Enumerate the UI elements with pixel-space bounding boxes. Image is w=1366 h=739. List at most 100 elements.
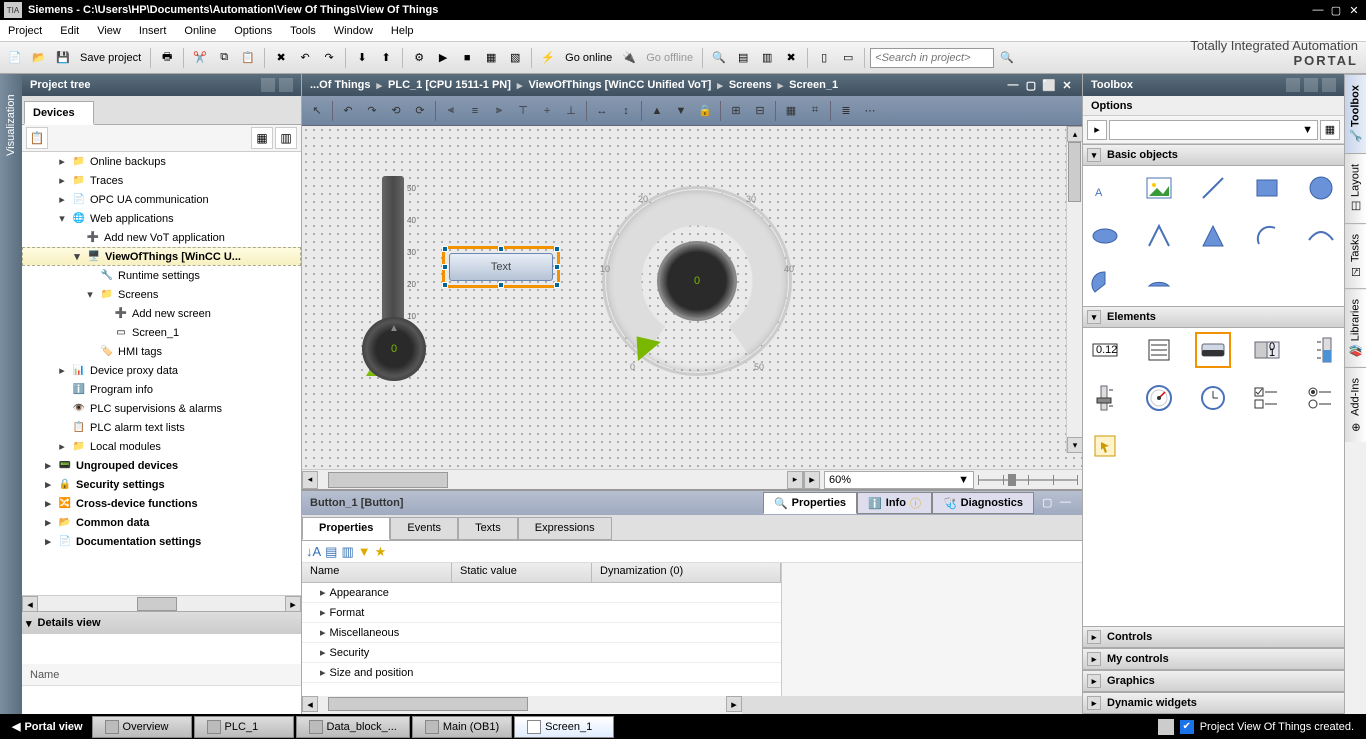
et-align-r-icon[interactable]: ⫸ (488, 100, 510, 122)
tree-node[interactable]: ▾📁Screens (22, 285, 301, 304)
menu-window[interactable]: Window (334, 25, 373, 37)
list-element-icon[interactable] (1145, 336, 1173, 364)
et-group-icon[interactable]: ⊞ (725, 100, 747, 122)
filter-icon[interactable]: ▼ (358, 544, 371, 559)
tree-filter-icon[interactable]: 📋 (26, 127, 48, 149)
cut-icon[interactable]: ✂️ (189, 47, 211, 69)
canvas-h-scrollbar[interactable]: ◂▸ (302, 471, 803, 489)
iofield-element-icon[interactable]: 0.12 (1091, 336, 1119, 364)
expand-icon[interactable]: ▾ (56, 212, 68, 225)
tree-node[interactable]: ℹ️Program info (22, 380, 301, 399)
screen-canvas[interactable]: 50 40 30 20 10 ▲0 Text (302, 126, 1082, 469)
libraries-tab[interactable]: 📚Libraries (1345, 288, 1366, 367)
et-align-l-icon[interactable]: ⫷ (440, 100, 462, 122)
et-redo-icon[interactable]: ↷ (361, 100, 383, 122)
et-align-c-icon[interactable]: ≡ (464, 100, 486, 122)
et-align-b-icon[interactable]: ⊥ (560, 100, 582, 122)
split-v-icon[interactable]: ▭ (837, 47, 859, 69)
tree-node[interactable]: ➕Add new VoT application (22, 228, 301, 247)
zoom-combo[interactable]: 60%▼ (824, 471, 974, 489)
tb-col-icon[interactable] (1286, 78, 1300, 92)
tree-view2-icon[interactable]: ▥ (275, 127, 297, 149)
tool1-icon[interactable]: 🔍 (708, 47, 730, 69)
slider-widget[interactable]: 50 40 30 20 10 ▲0 (372, 176, 432, 376)
tb-view-icon[interactable] (1304, 78, 1318, 92)
switch-element-icon[interactable]: 01 (1253, 336, 1281, 364)
touch-element-icon[interactable] (1091, 432, 1119, 460)
undo-icon[interactable]: ↶ (294, 47, 316, 69)
menu-help[interactable]: Help (391, 25, 414, 37)
image-shape-icon[interactable] (1145, 174, 1173, 202)
tree-col-icon[interactable] (261, 78, 275, 92)
new-project-icon[interactable]: 📄 (4, 47, 26, 69)
editor-minimize-icon[interactable]: — (1006, 78, 1020, 92)
basic-objects-header[interactable]: ▾Basic objects (1083, 144, 1344, 166)
tree-node[interactable]: ▸📁Traces (22, 171, 301, 190)
menu-tools[interactable]: Tools (290, 25, 316, 37)
redo-icon[interactable]: ↷ (318, 47, 340, 69)
tree-node[interactable]: ▸📂Common data (22, 513, 301, 532)
expand-icon[interactable]: ▸ (42, 516, 54, 529)
menu-project[interactable]: Project (8, 25, 42, 37)
split-h-icon[interactable]: ▯ (813, 47, 835, 69)
canvas-v-scrollbar[interactable]: ▴▾ (1066, 126, 1082, 453)
tree-node[interactable]: ➕Add new screen (22, 304, 301, 323)
tree-pin-icon[interactable] (279, 78, 293, 92)
pie-shape-icon[interactable] (1091, 270, 1119, 298)
property-group-row[interactable]: ▸Security (302, 643, 781, 663)
resize-handle[interactable] (442, 282, 448, 288)
copy-icon[interactable]: ⧉ (213, 47, 235, 69)
download-icon[interactable]: ⬇ (351, 47, 373, 69)
polyline-shape-icon[interactable] (1145, 222, 1173, 250)
tree-h-scrollbar[interactable]: ◂▸ (22, 595, 301, 611)
property-group-row[interactable]: ▸Miscellaneous (302, 623, 781, 643)
breadcrumb-3[interactable]: Screens (729, 79, 772, 91)
text-shape-icon[interactable]: A (1091, 174, 1119, 202)
slider-knob[interactable]: ▲0 (362, 317, 426, 381)
expand-icon[interactable]: ▸ (320, 666, 326, 679)
expand-icon[interactable]: ▥ (341, 544, 353, 560)
ellipse-arc-shape-icon[interactable] (1307, 222, 1335, 250)
et-lock-icon[interactable]: 🔒 (694, 100, 716, 122)
close-x-icon[interactable]: ✖ (780, 47, 802, 69)
breadcrumb-4[interactable]: Screen_1 (789, 79, 838, 91)
gauge-element-icon[interactable] (1145, 384, 1173, 412)
subtab-texts[interactable]: Texts (458, 517, 518, 540)
module2-icon[interactable]: ▧ (504, 47, 526, 69)
search-input[interactable] (870, 48, 994, 68)
et-rotate-r-icon[interactable]: ⟳ (409, 100, 431, 122)
et-ungroup-icon[interactable]: ⊟ (749, 100, 771, 122)
category-combo[interactable]: ▼ (1109, 120, 1318, 140)
tree-node[interactable]: ▸📄OPC UA communication (22, 190, 301, 209)
et-snap-icon[interactable]: ⌗ (804, 100, 826, 122)
resize-handle[interactable] (498, 282, 504, 288)
zoom-slider[interactable] (978, 471, 1078, 489)
resize-handle[interactable] (554, 246, 560, 252)
canvas-separator-icon[interactable]: ▸ (804, 471, 820, 489)
save-button[interactable]: Save project (80, 52, 141, 64)
expand-icon[interactable]: ▸ (42, 497, 54, 510)
gauge-widget[interactable]: 0 0 10 20 30 40 50 (602, 186, 792, 376)
tool2-icon[interactable]: ▤ (732, 47, 754, 69)
subtab-expressions[interactable]: Expressions (518, 517, 612, 540)
expand-icon[interactable]: ▸ (320, 646, 326, 659)
segment-shape-icon[interactable] (1145, 270, 1173, 298)
layout-tab[interactable]: ◫Layout (1345, 153, 1366, 223)
editor-undock-icon[interactable]: ▢ (1024, 78, 1038, 92)
status-tab[interactable]: Main (OB1) (412, 716, 512, 738)
go-online-button[interactable]: Go online (565, 52, 612, 64)
tool3-icon[interactable]: ▥ (756, 47, 778, 69)
graphics-header[interactable]: ▸Graphics (1083, 670, 1344, 692)
resize-handle[interactable] (554, 264, 560, 270)
expand-icon[interactable]: ▸ (56, 155, 68, 168)
line-shape-icon[interactable] (1199, 174, 1227, 202)
expand-icon[interactable]: ▸ (42, 535, 54, 548)
tree-node[interactable]: ▭Screen_1 (22, 323, 301, 342)
go-online-icon[interactable]: ⚡ (537, 47, 559, 69)
panel-undock-icon[interactable]: ▢ (1042, 496, 1056, 510)
et-layers-icon[interactable]: ≣ (835, 100, 857, 122)
tree-node[interactable]: 📋PLC alarm text lists (22, 418, 301, 437)
resize-handle[interactable] (554, 282, 560, 288)
expand-icon[interactable]: ▸ (320, 626, 326, 639)
details-view-header[interactable]: ▾Details view (22, 612, 301, 634)
